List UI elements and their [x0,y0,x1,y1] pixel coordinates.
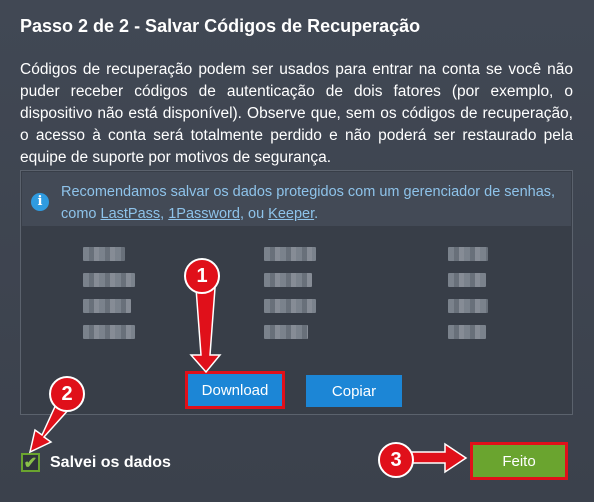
step-marker-1: 1 [184,258,220,294]
blurred-code [264,299,316,313]
info-banner: i Recomendamos salvar os dados protegido… [22,172,571,226]
keeper-link[interactable]: Keeper [268,206,314,222]
blurred-code [448,273,486,287]
blurred-code [264,247,316,261]
lastpass-link[interactable]: LastPass [101,206,161,222]
step-marker-2: 2 [49,376,85,412]
blurred-code [264,273,312,287]
step-marker-3: 3 [378,442,414,478]
1password-link[interactable]: 1Password [168,206,240,222]
info-period: . [314,206,319,222]
recovery-codes-blurred [21,241,572,351]
blurred-code [83,299,131,313]
recovery-codes-panel: i Recomendamos salvar os dados protegido… [20,170,573,415]
info-separator: , [160,206,169,222]
blurred-code [448,299,488,313]
arrow-3-icon [409,442,468,474]
blurred-code [264,325,308,339]
info-icon: i [31,193,49,211]
saved-data-checkbox-row[interactable]: ✔ Salvei os dados [21,453,171,472]
recovery-codes-dialog: Passo 2 de 2 - Salvar Códigos de Recuper… [0,0,594,502]
info-separator: , ou [239,206,269,222]
saved-data-label[interactable]: Salvei os dados [50,454,171,472]
done-button[interactable]: Feito [470,442,568,480]
copy-button[interactable]: Copiar [306,375,402,407]
blurred-code [448,325,486,339]
blurred-code [83,325,135,339]
blurred-code [448,247,488,261]
blurred-code [83,247,125,261]
checkmark-icon: ✔ [23,454,38,472]
saved-data-checkbox[interactable]: ✔ [21,453,40,472]
dialog-description: Códigos de recuperação podem ser usados … [20,61,573,166]
download-button[interactable]: Download [185,371,285,409]
blurred-code [83,273,135,287]
dialog-title: Passo 2 de 2 - Salvar Códigos de Recuper… [20,16,421,36]
